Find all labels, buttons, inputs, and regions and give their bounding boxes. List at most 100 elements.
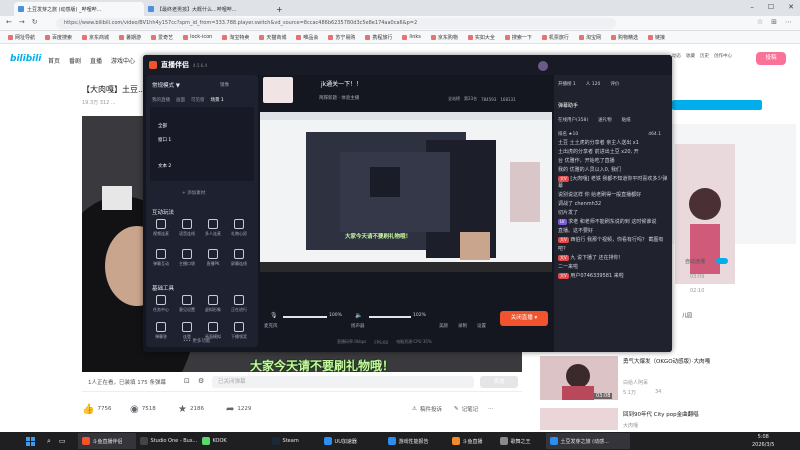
tool-tile[interactable]: 下播领奖	[230, 322, 248, 350]
bookmark[interactable]: 京东购物	[430, 34, 458, 41]
nav-live[interactable]: 直播	[90, 56, 102, 65]
bookmark[interactable]: 搜索一下	[504, 34, 532, 41]
back-icon[interactable]: ←	[6, 18, 12, 26]
menu-icon[interactable]: ⋯	[785, 18, 792, 26]
star-icon[interactable]: ☆	[757, 18, 763, 26]
close-icon[interactable]: ✕	[788, 3, 794, 11]
danmaku-settings-icon[interactable]: ⚙	[198, 377, 204, 385]
tool-tile[interactable]: 任务中心	[152, 295, 170, 323]
mic-icon[interactable]: 🎙	[270, 312, 278, 319]
bookmark[interactable]: 携程旅行	[365, 34, 392, 41]
viewers-tab[interactable]: 人 120	[586, 81, 601, 87]
danmaku-input[interactable]: 已关闭弹幕	[212, 376, 474, 388]
online-users-tab[interactable]: 在线用户(358)	[558, 117, 588, 123]
tool-tile[interactable]: 画面模拟	[204, 322, 222, 350]
tool-tile[interactable]: 虚拟形象	[204, 295, 222, 323]
bookmark[interactable]: 唯品会	[296, 34, 318, 41]
interact-tile[interactable]: 礼物心愿	[230, 219, 248, 247]
interact-tile[interactable]: 视频连麦	[152, 219, 170, 247]
extensions-icon[interactable]: ⊞	[771, 18, 777, 26]
start-icon[interactable]	[26, 436, 35, 446]
tool-tile[interactable]: 弹幕答	[152, 322, 170, 350]
bookmark[interactable]: 网址导航	[8, 34, 35, 41]
scene-tab[interactable]: 画面	[176, 97, 185, 103]
url-input[interactable]: https://www.bilibili.com/video/BV1hh4y15…	[56, 18, 616, 29]
rec-title[interactable]: 勇气大爆发（OKGO动感版）·大肉嘎	[623, 358, 723, 366]
room-title[interactable]: jk通关一下！！	[321, 79, 362, 88]
bookmark[interactable]: 购物精选	[610, 34, 638, 41]
bookmark[interactable]: 淘宝特卖	[222, 34, 249, 41]
browser-tab[interactable]: 土豆发芽之旅 (动感版) _哔哩哔...	[14, 2, 144, 16]
bookmark[interactable]: links	[402, 34, 421, 40]
stream-preview[interactable]: 大家今天请不要刷礼物哦！	[260, 112, 552, 272]
bookmark[interactable]: 苏宁易购	[328, 34, 355, 41]
room-cover[interactable]	[263, 77, 293, 103]
new-tab-button[interactable]: +	[272, 2, 287, 16]
bookmark[interactable]: lock-icon	[183, 34, 212, 40]
scene-tab-active[interactable]: 场景 1	[211, 97, 224, 103]
rec-title-fragment[interactable]: 儿园	[682, 312, 692, 319]
notes-link[interactable]: ✎ 记笔记	[454, 405, 478, 413]
bookmark[interactable]: 暑期游	[119, 34, 141, 41]
bookmark[interactable]: 天猫商城	[259, 34, 286, 41]
taskbar-item[interactable]: 斗鱼直播伴侣	[77, 433, 136, 449]
bookmark[interactable]: 百度搜索	[45, 34, 72, 41]
speaker-volume-slider[interactable]	[369, 316, 411, 318]
beauty-button[interactable]: 美颜	[439, 323, 448, 329]
clock[interactable]: 5:08 2026/3/5	[752, 433, 774, 449]
refresh-icon[interactable]: ↻	[32, 18, 38, 26]
danmaku-send-button[interactable]: 发送	[480, 376, 518, 388]
rec-title[interactable]: 回到90年代 City pop金曲翻唱	[623, 410, 753, 418]
browser-tab[interactable]: 【最终老男孩】大概什么...哔哩哔...	[144, 2, 272, 16]
speaker-icon[interactable]: 🔈	[355, 312, 362, 319]
nav-games[interactable]: 游戏中心	[111, 56, 135, 65]
like-button[interactable]: 👍 7756	[82, 404, 130, 415]
interact-tile[interactable]: 屏幕连线	[230, 249, 248, 277]
interact-tile[interactable]: 主播口袋	[178, 249, 196, 277]
interact-tile[interactable]: 语音连线	[178, 219, 196, 247]
bilibili-logo[interactable]: bilibili	[10, 54, 41, 64]
bookmark[interactable]: 爱奇艺	[151, 34, 173, 41]
bookmark[interactable]: 机票旅行	[541, 34, 569, 41]
rank-tab[interactable]: 开播榜 1	[558, 81, 576, 87]
more-icon[interactable]: ⋯	[488, 406, 494, 412]
bookmark[interactable]: 链接	[647, 34, 665, 41]
taskbar-item[interactable]: 斗鱼直播	[448, 433, 496, 449]
scene-tab[interactable]: 我的直播	[152, 97, 170, 103]
tool-tile[interactable]: 正在进行	[230, 295, 248, 323]
rec-thumbnail[interactable]	[540, 408, 618, 430]
minimize-icon[interactable]: –	[750, 3, 754, 11]
interact-tile[interactable]: 弹幕互动	[152, 249, 170, 277]
taskbar-item[interactable]: KOOK	[198, 433, 238, 449]
add-source-button[interactable]: + 添加素材	[182, 190, 205, 196]
rating-tab[interactable]: 评价	[610, 81, 619, 87]
room-category[interactable]: 简牒新题 · 体验主播	[319, 95, 359, 101]
bookmark[interactable]: 淘宝网	[578, 34, 601, 41]
tool-tile[interactable]: 连登	[178, 322, 196, 350]
settings-button[interactable]: 设置	[477, 323, 486, 329]
favorite-button[interactable]: ★ 2186	[178, 404, 226, 415]
interact-tile[interactable]: 多人连麦	[204, 219, 222, 247]
follow-button[interactable]	[672, 100, 762, 110]
bookmark[interactable]: 实如大全	[467, 34, 495, 41]
nav-anime[interactable]: 番剧	[69, 56, 81, 65]
user-avatar[interactable]	[538, 61, 548, 71]
streamer-app-window[interactable]: 直播伴侣 4.5.6.4 常规模式 ▼ 镜像 我的直播 画面 可见窗 场景 1 …	[143, 55, 672, 352]
source-item[interactable]: 窗口 1	[158, 137, 171, 143]
tool-tile[interactable]: 意见设置	[178, 295, 196, 323]
maximize-icon[interactable]: ☐	[768, 3, 774, 11]
taskbar-item[interactable]: 土豆发芽之旅 (动感...	[545, 433, 630, 449]
taskbar-item[interactable]: UU加速器	[320, 433, 384, 449]
stop-live-button[interactable]: 关闭直播 ▾	[500, 311, 548, 326]
taskbar-item[interactable]: 游戏性能报告	[384, 433, 448, 449]
source-item[interactable]: 全部	[158, 123, 167, 129]
tab-mirror[interactable]: 镜像	[220, 82, 229, 88]
nav-home[interactable]: 首页	[48, 56, 60, 65]
share-button[interactable]: ➦ 1229	[226, 404, 274, 415]
record-button[interactable]: 录制	[458, 323, 467, 329]
more-functions-button[interactable]: ••• 更多功能	[183, 338, 210, 344]
autoplay-toggle[interactable]	[716, 258, 728, 264]
taskbar-item[interactable]: Steam	[268, 433, 320, 449]
report-link[interactable]: ⚠ 稿件投诉	[412, 405, 442, 413]
forward-icon[interactable]: →	[19, 18, 25, 26]
